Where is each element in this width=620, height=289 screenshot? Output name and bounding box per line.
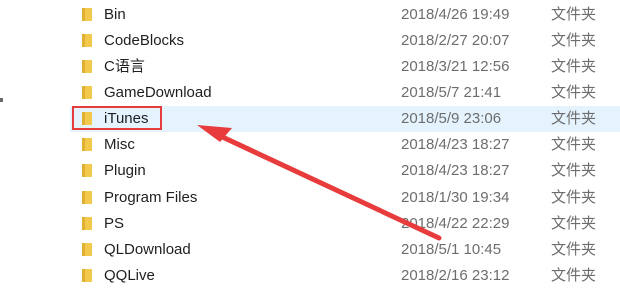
- file-type: 文件夹: [551, 189, 597, 206]
- list-item-qqlive[interactable]: QQLive 2018/2/16 23:12 文件夹: [70, 263, 620, 289]
- file-name: Program Files: [104, 189, 198, 206]
- file-name: QLDownload: [104, 241, 191, 258]
- folder-icon: [82, 138, 92, 151]
- file-name: CodeBlocks: [104, 32, 185, 49]
- file-date: 2018/4/23 18:27: [401, 162, 510, 179]
- file-name: QQLive: [104, 267, 155, 284]
- file-type: 文件夹: [551, 110, 597, 127]
- folder-icon: [82, 217, 92, 230]
- list-item-program-files[interactable]: Program Files 2018/1/30 19:34 文件夹: [70, 185, 620, 211]
- file-date: 2018/2/16 23:12: [401, 267, 510, 284]
- file-type: 文件夹: [551, 58, 597, 75]
- list-item-qldownload[interactable]: QLDownload 2018/5/1 10:45 文件夹: [70, 237, 620, 263]
- file-name: iTunes: [104, 110, 149, 127]
- file-type: 文件夹: [551, 32, 597, 49]
- file-date: 2018/4/22 22:29: [401, 215, 510, 232]
- file-date: 2018/5/7 21:41: [401, 84, 502, 101]
- list-item-gamedownload[interactable]: GameDownload 2018/5/7 21:41 文件夹: [70, 80, 620, 106]
- list-item-misc[interactable]: Misc 2018/4/23 18:27 文件夹: [70, 132, 620, 158]
- file-name: GameDownload: [104, 84, 212, 101]
- folder-icon: [82, 243, 92, 256]
- list-item-itunes[interactable]: iTunes 2018/5/9 23:06 文件夹: [70, 106, 620, 132]
- file-name: PS: [104, 215, 125, 232]
- file-date: 2018/4/26 19:49: [401, 6, 510, 23]
- file-type: 文件夹: [551, 241, 597, 258]
- folder-icon: [82, 112, 92, 125]
- file-type: 文件夹: [551, 215, 597, 232]
- file-name: C语言: [104, 58, 145, 75]
- file-date: 2018/1/30 19:34: [401, 189, 510, 206]
- file-name: Misc: [104, 136, 135, 153]
- list-item-codeblocks[interactable]: CodeBlocks 2018/2/27 20:07 文件夹: [70, 28, 620, 54]
- file-type: 文件夹: [551, 84, 597, 101]
- list-item-c-language[interactable]: C语言 2018/3/21 12:56 文件夹: [70, 54, 620, 80]
- list-item-bin[interactable]: Bin 2018/4/26 19:49 文件夹: [70, 2, 620, 28]
- file-name: Plugin: [104, 162, 146, 179]
- folder-icon: [82, 60, 92, 73]
- folder-icon: [82, 8, 92, 21]
- file-date: 2018/2/27 20:07: [401, 32, 510, 49]
- file-name: Bin: [104, 6, 126, 23]
- folder-icon: [82, 191, 92, 204]
- file-type: 文件夹: [551, 162, 597, 179]
- list-item-plugin[interactable]: Plugin 2018/4/23 18:27 文件夹: [70, 158, 620, 184]
- list-item-ps[interactable]: PS 2018/4/22 22:29 文件夹: [70, 211, 620, 237]
- file-date: 2018/4/23 18:27: [401, 136, 510, 153]
- folder-icon: [82, 34, 92, 47]
- file-date: 2018/3/21 12:56: [401, 58, 510, 75]
- file-list: Bin 2018/4/26 19:49 文件夹 CodeBlocks 2018/…: [0, 0, 620, 288]
- folder-icon: [82, 269, 92, 282]
- file-type: 文件夹: [551, 267, 597, 284]
- file-type: 文件夹: [551, 6, 597, 23]
- folder-icon: [82, 86, 92, 99]
- file-date: 2018/5/9 23:06: [401, 110, 502, 127]
- folder-icon: [82, 164, 92, 177]
- file-type: 文件夹: [551, 136, 597, 153]
- file-date: 2018/5/1 10:45: [401, 241, 502, 258]
